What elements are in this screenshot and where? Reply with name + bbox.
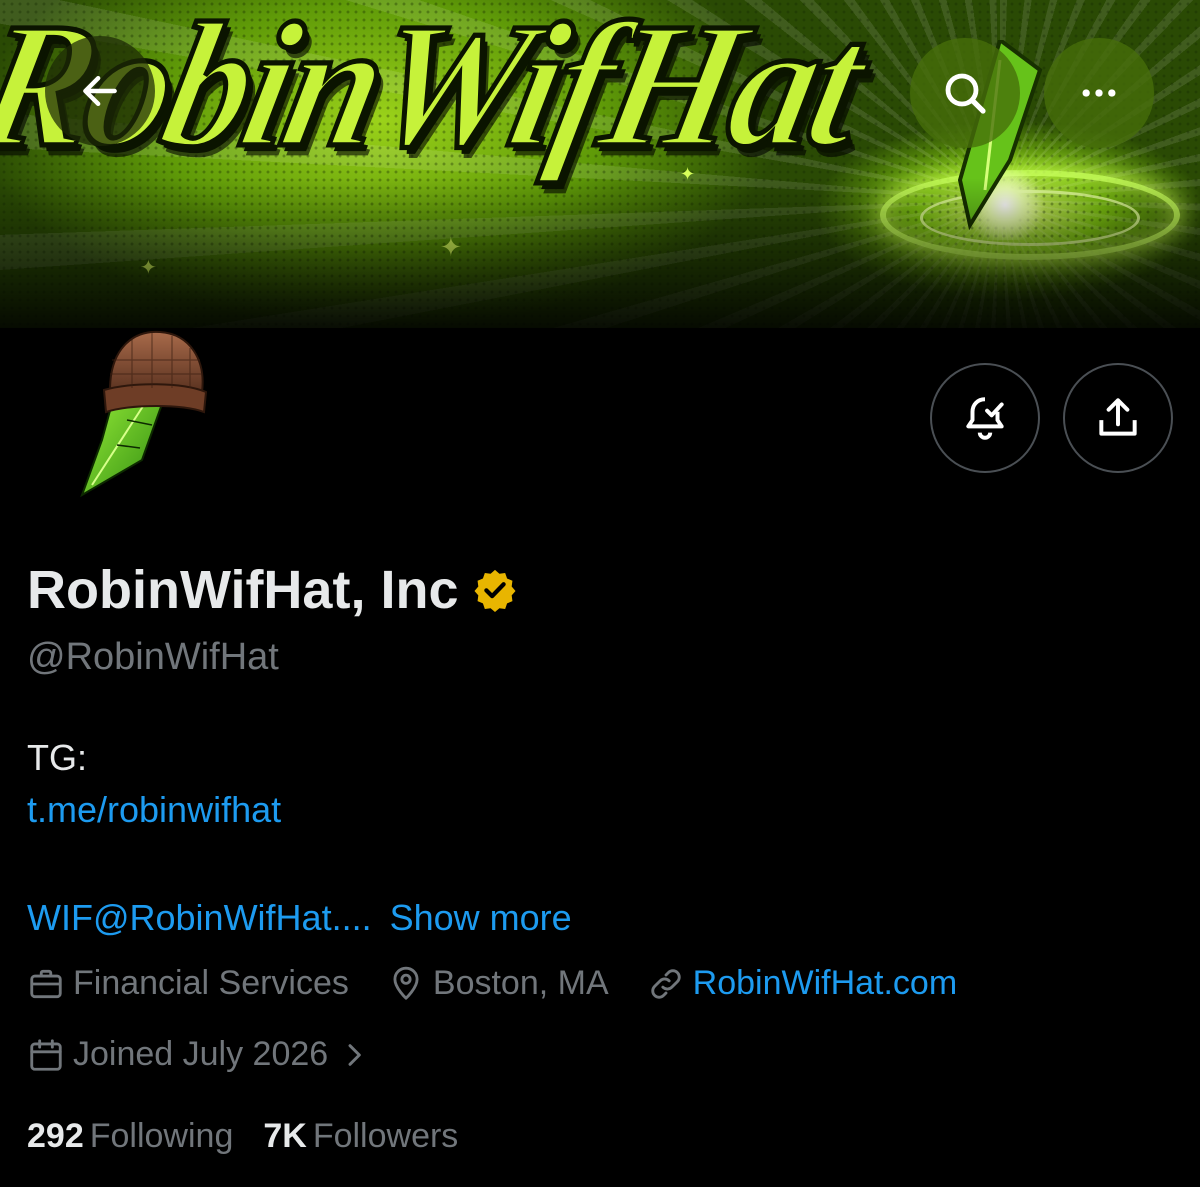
followers-count: 7K [263,1117,307,1155]
more-options-button[interactable] [1044,38,1154,148]
notifications-button[interactable] [930,363,1040,473]
following-count: 292 [27,1117,84,1155]
handle: @RobinWifHat [27,636,279,678]
location-text: Boston, MA [432,964,609,1002]
bell-check-icon [966,397,1004,440]
calendar-icon [30,1038,62,1071]
location-item: Boston, MA [387,964,609,1003]
more-icon [1082,89,1116,97]
search-button[interactable] [910,38,1020,148]
bio-tg-link[interactable]: t.me/robinwifhat [27,789,281,831]
following-stat[interactable]: 292 Following [27,1117,233,1156]
website-link[interactable]: RobinWifHat.com [693,964,958,1003]
category-text: Financial Services [73,964,349,1002]
briefcase-icon [30,969,62,998]
profile-meta-row: Financial Services Boston, MA RobinWifHa… [27,964,995,1003]
display-name-text: RobinWifHat, Inc [27,560,459,620]
avatar-image [80,330,208,498]
profile-page: RobinWifHat ✦ ✦ ✦ [0,0,1200,1187]
share-icon [1099,398,1137,436]
location-pin-icon [393,966,419,1000]
avatar[interactable] [72,330,222,505]
chevron-right-icon [348,1043,361,1066]
bio-email-link[interactable]: WIF@RobinWifHat.... [27,897,372,938]
banner-shade [0,178,1200,328]
search-icon [945,73,986,114]
bio-tg-label: TG: [27,737,87,778]
show-more-link[interactable]: Show more [390,897,572,938]
back-button[interactable] [45,36,155,146]
bio-email-line: WIF@RobinWifHat.... Show more [27,897,572,939]
follow-stats: 292 Following 7K Followers [27,1117,488,1156]
joined-row[interactable]: Joined July 2026 [27,1035,370,1074]
display-name: RobinWifHat, Inc [27,559,518,621]
joined-text: Joined July 2026 [73,1035,329,1073]
website-item[interactable]: RobinWifHat.com [647,964,958,1003]
followers-stat[interactable]: 7K Followers [263,1117,458,1156]
share-button[interactable] [1063,363,1173,473]
category-item: Financial Services [27,964,349,1003]
arrow-left-icon [83,75,117,107]
followers-label: Followers [312,1117,459,1155]
following-label: Following [89,1117,234,1155]
link-icon [651,968,681,999]
profile-banner[interactable]: RobinWifHat ✦ ✦ ✦ [0,0,1200,328]
verified-badge-icon [474,569,516,613]
